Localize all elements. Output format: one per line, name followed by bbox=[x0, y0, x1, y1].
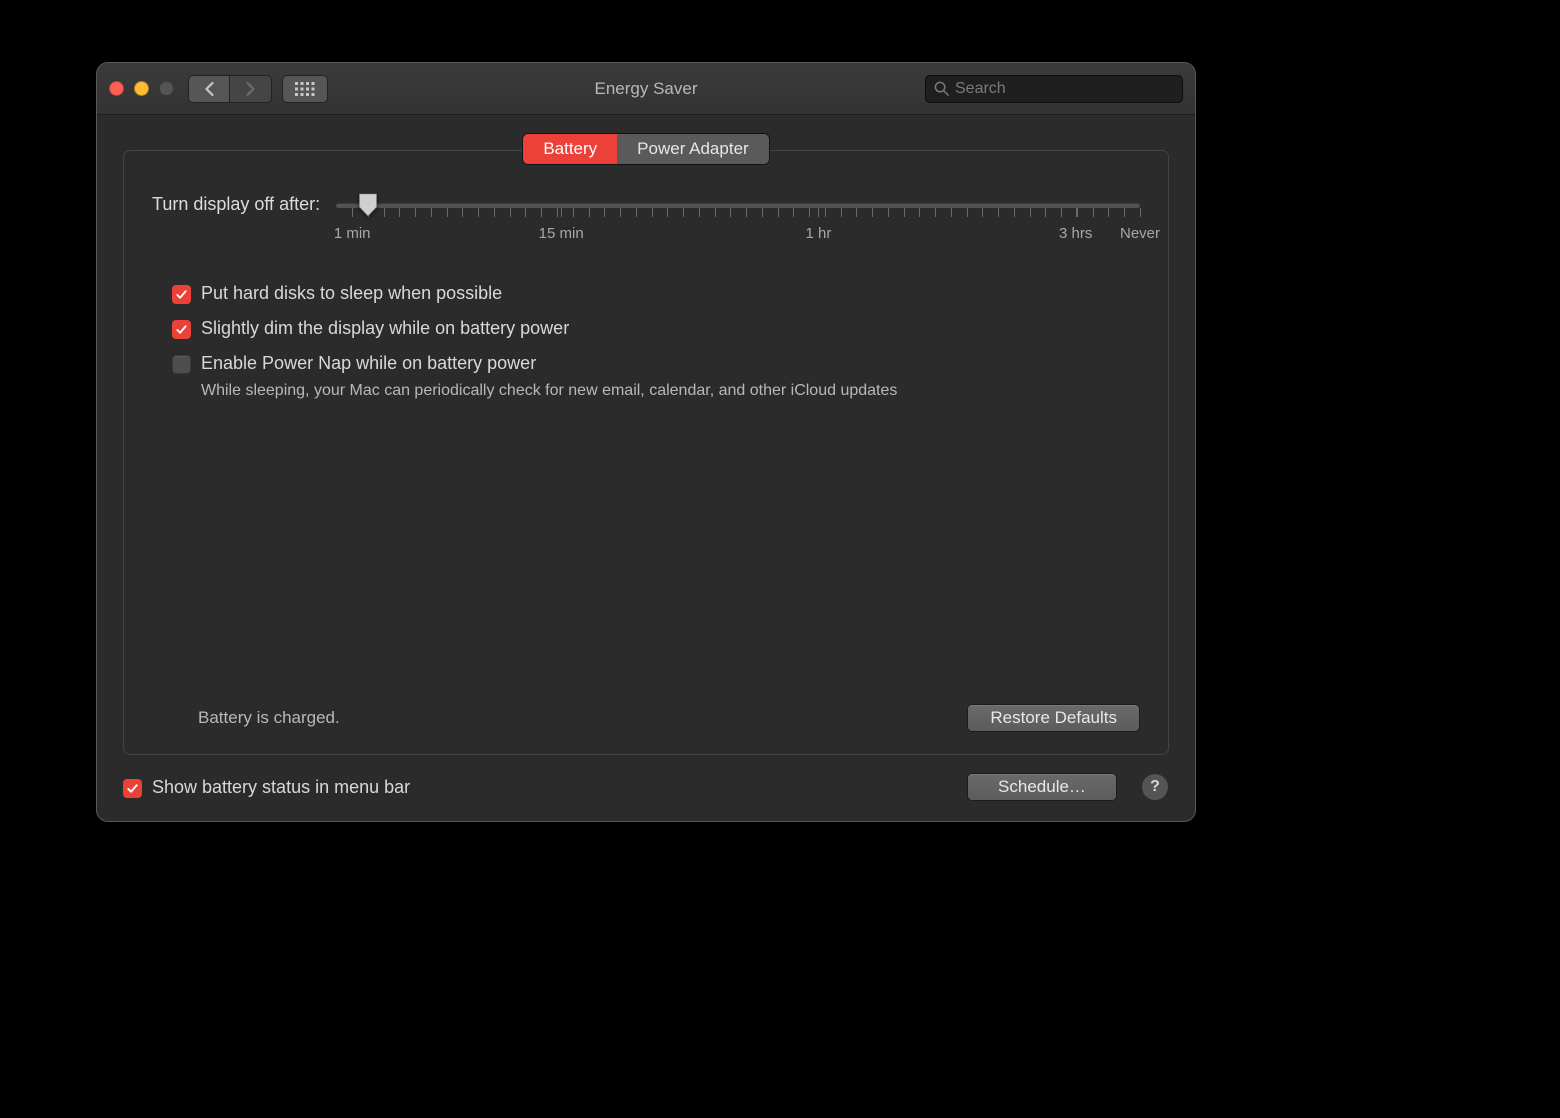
tick-label-1hr: 1 hr bbox=[806, 225, 832, 242]
settings-panel: Turn display off after: 1 min 15 min 1 h… bbox=[123, 150, 1169, 755]
power-nap-row: Enable Power Nap while on battery power bbox=[172, 353, 1140, 374]
content-area: Battery Power Adapter Turn display off a… bbox=[97, 115, 1195, 821]
hard-disks-sleep-label: Put hard disks to sleep when possible bbox=[201, 283, 502, 304]
grid-icon bbox=[295, 82, 315, 96]
chevron-right-icon bbox=[245, 82, 256, 96]
tick-label-15min: 15 min bbox=[539, 225, 584, 242]
tick-label-3hrs: 3 hrs bbox=[1059, 225, 1092, 242]
slider-ticks bbox=[336, 208, 1140, 218]
window-controls bbox=[109, 81, 174, 96]
checkmark-icon bbox=[175, 288, 188, 301]
schedule-button[interactable]: Schedule… bbox=[967, 773, 1117, 801]
dim-display-checkbox[interactable] bbox=[172, 320, 191, 339]
slider-knob[interactable] bbox=[359, 193, 378, 217]
restore-defaults-button[interactable]: Restore Defaults bbox=[967, 704, 1140, 732]
dim-display-row: Slightly dim the display while on batter… bbox=[172, 318, 1140, 339]
chevron-left-icon bbox=[204, 82, 215, 96]
show-battery-status-checkbox[interactable] bbox=[123, 779, 142, 798]
display-off-label: Turn display off after: bbox=[152, 194, 320, 215]
power-nap-label: Enable Power Nap while on battery power bbox=[201, 353, 536, 374]
tab-bar: Battery Power Adapter bbox=[123, 133, 1169, 165]
tick-label-never: Never bbox=[1120, 225, 1160, 242]
checkmark-icon bbox=[175, 323, 188, 336]
display-off-slider[interactable]: 1 min 15 min 1 hr 3 hrs Never bbox=[336, 197, 1140, 247]
panel-footer: Battery is charged. Restore Defaults bbox=[152, 694, 1140, 732]
back-button[interactable] bbox=[188, 75, 230, 103]
power-nap-checkbox[interactable] bbox=[172, 355, 191, 374]
show-all-button[interactable] bbox=[282, 75, 328, 103]
battery-status-text: Battery is charged. bbox=[198, 708, 340, 728]
hard-disks-sleep-row: Put hard disks to sleep when possible bbox=[172, 283, 1140, 304]
dim-display-label: Slightly dim the display while on batter… bbox=[201, 318, 569, 339]
bottom-row: Show battery status in menu bar Schedule… bbox=[123, 773, 1169, 801]
titlebar: Energy Saver bbox=[97, 63, 1195, 115]
show-battery-status-label: Show battery status in menu bar bbox=[152, 777, 410, 798]
tick-label-1min: 1 min bbox=[334, 225, 371, 242]
zoom-window-button bbox=[159, 81, 174, 96]
search-input[interactable] bbox=[955, 80, 1174, 98]
power-nap-description: While sleeping, your Mac can periodicall… bbox=[201, 382, 1140, 400]
minimize-window-button[interactable] bbox=[134, 81, 149, 96]
search-icon bbox=[934, 81, 949, 96]
display-off-slider-row: Turn display off after: 1 min 15 min 1 h… bbox=[152, 197, 1140, 247]
preferences-window: Energy Saver Battery Power Adapter Turn … bbox=[96, 62, 1196, 822]
nav-buttons bbox=[188, 75, 272, 103]
help-button[interactable]: ? bbox=[1141, 773, 1169, 801]
forward-button bbox=[230, 75, 272, 103]
close-window-button[interactable] bbox=[109, 81, 124, 96]
tab-battery[interactable]: Battery bbox=[523, 134, 617, 164]
hard-disks-sleep-checkbox[interactable] bbox=[172, 285, 191, 304]
tab-power-adapter[interactable]: Power Adapter bbox=[617, 134, 769, 164]
checkmark-icon bbox=[126, 782, 139, 795]
search-field-wrap[interactable] bbox=[925, 75, 1183, 103]
